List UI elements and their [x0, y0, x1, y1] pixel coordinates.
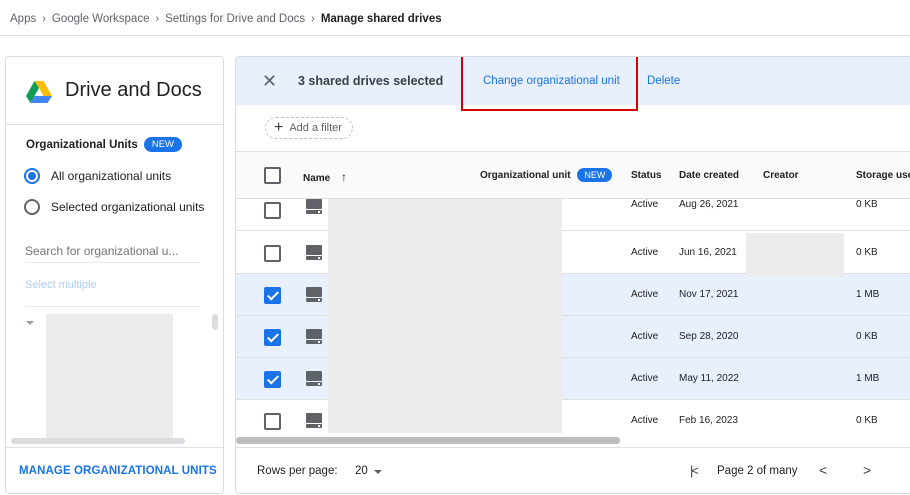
- shared-drive-icon: [306, 413, 322, 428]
- row-checkbox[interactable]: [264, 245, 281, 262]
- select-all-checkbox[interactable]: [264, 167, 281, 184]
- row-storage: 1 MB: [856, 373, 880, 384]
- column-org-unit-label: Organizational unit: [480, 170, 571, 181]
- admin-console-page: Apps › Google Workspace › Settings for D…: [0, 0, 910, 495]
- radio-all-label: All organizational units: [51, 169, 172, 183]
- sort-arrow-up-icon[interactable]: ↑: [341, 170, 347, 184]
- radio-unchecked-icon[interactable]: [24, 199, 40, 215]
- column-name-label: Name: [303, 173, 331, 184]
- radio-selected-org-units[interactable]: Selected organizational units: [24, 199, 204, 215]
- row-checkbox[interactable]: [264, 202, 281, 219]
- column-status[interactable]: Status: [631, 170, 662, 181]
- row-date-created: Jun 16, 2021: [679, 247, 737, 258]
- radio-all-org-units[interactable]: All organizational units: [24, 168, 171, 184]
- page-info: Page 2 of many: [717, 465, 798, 477]
- delete-button[interactable]: Delete: [647, 75, 680, 87]
- panel-header: Drive and Docs: [6, 57, 223, 125]
- vertical-scrollbar[interactable]: [212, 314, 218, 330]
- row-status: Active: [631, 289, 659, 300]
- panel-footer-divider: [6, 447, 223, 448]
- row-storage: 1 MB: [856, 289, 880, 300]
- row-status: Active: [631, 373, 659, 384]
- rows-per-page-label: Rows per page:: [257, 465, 338, 477]
- row-date-created: Nov 17, 2021: [679, 289, 739, 300]
- selection-bar: ✕ 3 shared drives selected Change organi…: [236, 57, 910, 111]
- row-date-created: Aug 26, 2021: [679, 199, 739, 210]
- column-creator[interactable]: Creator: [763, 170, 799, 181]
- row-checkbox[interactable]: [264, 413, 281, 430]
- breadcrumb-separator: ›: [311, 13, 315, 25]
- manage-org-units-button[interactable]: MANAGE ORGANIZATIONAL UNITS: [19, 465, 217, 477]
- org-tree-redacted: [46, 314, 173, 441]
- breadcrumb-google-workspace[interactable]: Google Workspace: [52, 13, 150, 25]
- breadcrumb: Apps › Google Workspace › Settings for D…: [10, 11, 442, 27]
- row-storage: 0 KB: [856, 199, 878, 210]
- shared-drive-icon: [306, 329, 322, 344]
- select-multiple-divider: [25, 306, 200, 307]
- filter-row: + Add a filter: [236, 105, 910, 152]
- clear-selection-close-icon[interactable]: ✕: [262, 72, 277, 90]
- breadcrumb-divider: [0, 35, 910, 36]
- new-badge: NEW: [143, 137, 182, 152]
- row-date-created: Sep 28, 2020: [679, 331, 739, 342]
- row-status: Active: [631, 415, 659, 426]
- selection-count: 3 shared drives selected: [298, 74, 444, 88]
- drive-names-redacted: [328, 199, 562, 433]
- shared-drive-icon: [306, 199, 322, 214]
- search-underline: [25, 262, 200, 263]
- breadcrumb-separator: ›: [155, 13, 160, 25]
- tree-expand-caret-icon[interactable]: [26, 321, 34, 325]
- previous-page-icon[interactable]: <: [819, 462, 827, 478]
- row-checkbox-checked[interactable]: [264, 371, 281, 388]
- first-page-icon[interactable]: |<: [690, 463, 699, 478]
- pagination-divider: [236, 447, 910, 448]
- row-status: Active: [631, 199, 659, 210]
- column-org-unit[interactable]: Organizational unit NEW: [480, 168, 613, 182]
- rows-per-page-select[interactable]: 20: [355, 465, 368, 477]
- column-storage-used[interactable]: Storage used: [856, 170, 910, 181]
- shared-drives-panel: ✕ 3 shared drives selected Change organi…: [235, 56, 910, 494]
- highlight-annotation-box: [461, 57, 638, 111]
- table-horizontal-scrollbar[interactable]: [236, 437, 620, 444]
- plus-icon: +: [274, 119, 284, 136]
- row-checkbox-checked[interactable]: [264, 329, 281, 346]
- radio-selected-label: Selected organizational units: [51, 200, 205, 214]
- org-unit-search-input[interactable]: [25, 244, 200, 258]
- column-name[interactable]: Name ↑: [303, 170, 347, 184]
- breadcrumb-apps[interactable]: Apps: [10, 13, 36, 25]
- breadcrumb-current: Manage shared drives: [320, 13, 442, 25]
- row-storage: 0 KB: [856, 331, 878, 342]
- column-date-created[interactable]: Date created: [679, 170, 739, 181]
- table-header: Name ↑ Organizational unit NEW Status Da…: [236, 152, 910, 199]
- breadcrumb-settings-drive-docs[interactable]: Settings for Drive and Docs: [165, 13, 305, 25]
- select-multiple-link[interactable]: Select multiple: [25, 279, 97, 291]
- panel-title: Drive and Docs: [65, 79, 202, 101]
- radio-checked-icon[interactable]: [24, 168, 40, 184]
- row-status: Active: [631, 247, 659, 258]
- shared-drive-icon: [306, 287, 322, 302]
- add-filter-button[interactable]: + Add a filter: [265, 117, 353, 139]
- row-date-created: Feb 16, 2023: [679, 415, 738, 426]
- shared-drive-icon: [306, 371, 322, 386]
- row-date-created: May 11, 2022: [679, 373, 739, 384]
- row-storage: 0 KB: [856, 247, 878, 258]
- org-units-label: Organizational Units: [26, 138, 138, 151]
- chevron-down-icon[interactable]: [374, 470, 382, 474]
- row-storage: 0 KB: [856, 415, 878, 426]
- add-filter-label: Add a filter: [289, 122, 342, 134]
- row-checkbox-checked[interactable]: [264, 287, 281, 304]
- row-status: Active: [631, 331, 659, 342]
- google-drive-logo-icon: [26, 81, 52, 103]
- horizontal-scrollbar[interactable]: [11, 438, 185, 444]
- org-units-heading: Organizational Units NEW: [26, 137, 182, 152]
- breadcrumb-separator: ›: [42, 13, 46, 25]
- shared-drive-icon: [306, 245, 322, 260]
- next-page-icon[interactable]: >: [863, 462, 871, 478]
- creator-redacted: [746, 233, 844, 277]
- new-badge: NEW: [577, 168, 613, 182]
- org-units-panel: Drive and Docs Organizational Units NEW …: [5, 56, 224, 494]
